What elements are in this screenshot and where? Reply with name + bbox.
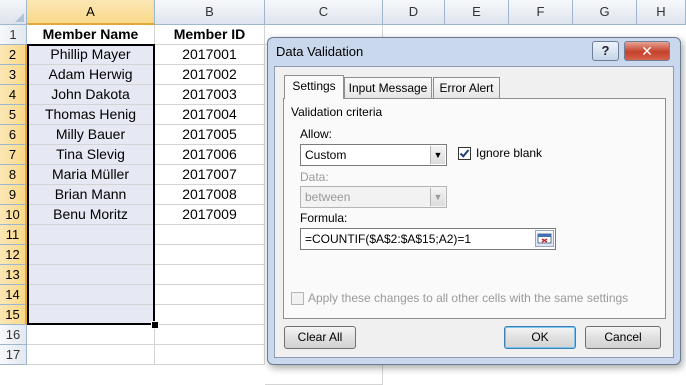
dialog-body: Settings Input Message Error Alert Valid… (274, 66, 674, 358)
cell-member-name[interactable]: Thomas Henig (27, 105, 155, 125)
row-header-8[interactable]: 8 (0, 165, 27, 185)
row-header-17[interactable]: 17 (0, 345, 27, 365)
close-button[interactable]: ✕ (624, 41, 670, 61)
allow-value: Custom (305, 148, 347, 162)
cell-member-name[interactable]: John Dakota (27, 85, 155, 105)
cell-member-name[interactable]: Phillip Mayer (27, 45, 155, 65)
cell-empty-selected[interactable] (27, 265, 155, 285)
row-header-4[interactable]: 4 (0, 85, 27, 105)
cell-member-name[interactable]: Adam Herwig (27, 65, 155, 85)
cell[interactable] (155, 285, 265, 305)
chevron-down-icon: ▼ (430, 188, 445, 206)
ignore-blank-checkbox[interactable] (458, 147, 471, 160)
cell-empty-selected[interactable] (27, 245, 155, 265)
cell[interactable] (265, 365, 383, 385)
allow-label: Allow: (300, 127, 333, 141)
ignore-blank-label[interactable]: Ignore blank (476, 146, 542, 160)
formula-label: Formula: (300, 211, 348, 225)
cell-empty-selected[interactable] (27, 285, 155, 305)
column-header-d[interactable]: D (383, 0, 445, 25)
dialog-title: Data Validation (276, 44, 364, 59)
column-header-f[interactable]: F (509, 0, 573, 25)
collapse-dialog-icon (537, 233, 552, 244)
formula-value: =COUNTIF($A$2:$A$15;A2)=1 (305, 232, 472, 246)
cell[interactable] (155, 305, 265, 325)
column-header-h[interactable]: H (637, 0, 686, 25)
column-header-c[interactable]: C (265, 0, 383, 25)
cell-member-name[interactable]: Benu Moritz (27, 205, 155, 225)
row-header-7[interactable]: 7 (0, 145, 27, 165)
cancel-button[interactable]: Cancel (585, 326, 661, 349)
cell-member-id[interactable]: 2017009 (155, 205, 265, 225)
row-header-13[interactable]: 13 (0, 265, 27, 285)
row-header-15[interactable]: 15 (0, 305, 27, 325)
cell-member-id[interactable]: 2017005 (155, 125, 265, 145)
cell-member-name[interactable]: Brian Mann (27, 185, 155, 205)
row-header-14[interactable]: 14 (0, 285, 27, 305)
ok-button[interactable]: OK (504, 326, 576, 349)
cell-member-id[interactable]: 2017001 (155, 45, 265, 65)
settings-panel: Validation criteria Allow: Custom ▼ Igno… (283, 98, 666, 319)
row-header-5[interactable]: 5 (0, 105, 27, 125)
row-header-6[interactable]: 6 (0, 125, 27, 145)
data-dropdown: between ▼ (300, 186, 447, 208)
cell-member-name[interactable]: Maria Müller (27, 165, 155, 185)
select-all-corner[interactable] (0, 0, 27, 25)
column-header-b[interactable]: B (155, 0, 265, 25)
cell-member-id[interactable]: 2017007 (155, 165, 265, 185)
tab-input-message[interactable]: Input Message (344, 77, 432, 98)
cell-empty-selected[interactable] (27, 305, 155, 325)
column-header-a[interactable]: A (27, 0, 155, 25)
checkmark-icon (459, 149, 470, 158)
select-all-triangle-icon (15, 13, 24, 22)
cell-member-id[interactable]: 2017004 (155, 105, 265, 125)
tab-error-alert[interactable]: Error Alert (433, 77, 500, 98)
cell-member-name[interactable]: Tina Slevig (27, 145, 155, 165)
cell-a1-member-name-header[interactable]: Member Name (27, 25, 155, 45)
row-header-12[interactable]: 12 (0, 245, 27, 265)
cell[interactable] (155, 325, 265, 345)
dialog-titlebar[interactable]: Data Validation ? ✕ (268, 38, 680, 66)
cell[interactable] (155, 345, 265, 365)
row-header-2[interactable]: 2 (0, 45, 27, 65)
validation-criteria-label: Validation criteria (291, 105, 383, 119)
apply-to-all-label: Apply these changes to all other cells w… (308, 291, 629, 305)
row-header-9[interactable]: 9 (0, 185, 27, 205)
cell-member-name[interactable]: Milly Bauer (27, 125, 155, 145)
data-value: between (305, 190, 351, 204)
cell[interactable] (155, 265, 265, 285)
formula-input[interactable]: =COUNTIF($A$2:$A$15;A2)=1 (300, 228, 556, 250)
apply-to-all-checkbox (291, 292, 304, 305)
fill-handle[interactable] (151, 321, 159, 329)
cell[interactable] (155, 225, 265, 245)
row-header-16[interactable]: 16 (0, 325, 27, 345)
collapse-dialog-button[interactable] (535, 230, 554, 247)
cell[interactable] (27, 325, 155, 345)
row-header-3[interactable]: 3 (0, 65, 27, 85)
tab-settings[interactable]: Settings (284, 75, 344, 99)
data-label: Data: (300, 170, 329, 184)
row-header-10[interactable]: 10 (0, 205, 27, 225)
cell-empty-selected[interactable] (27, 225, 155, 245)
chevron-down-icon[interactable]: ▼ (430, 146, 445, 164)
cell-member-id[interactable]: 2017006 (155, 145, 265, 165)
cell[interactable] (27, 345, 155, 365)
help-button[interactable]: ? (592, 41, 619, 61)
cell[interactable] (155, 245, 265, 265)
column-header-g[interactable]: G (573, 0, 637, 25)
cell-member-id[interactable]: 2017003 (155, 85, 265, 105)
cell-member-id[interactable]: 2017008 (155, 185, 265, 205)
data-validation-dialog: Data Validation ? ✕ Settings Input Messa… (267, 37, 681, 365)
row-header-1[interactable]: 1 (0, 25, 27, 45)
clear-all-button[interactable]: Clear All (284, 326, 356, 349)
cell-b1-member-id-header[interactable]: Member ID (155, 25, 265, 45)
allow-dropdown[interactable]: Custom ▼ (300, 144, 447, 166)
column-header-e[interactable]: E (445, 0, 509, 25)
row-header-11[interactable]: 11 (0, 225, 27, 245)
cell-member-id[interactable]: 2017002 (155, 65, 265, 85)
